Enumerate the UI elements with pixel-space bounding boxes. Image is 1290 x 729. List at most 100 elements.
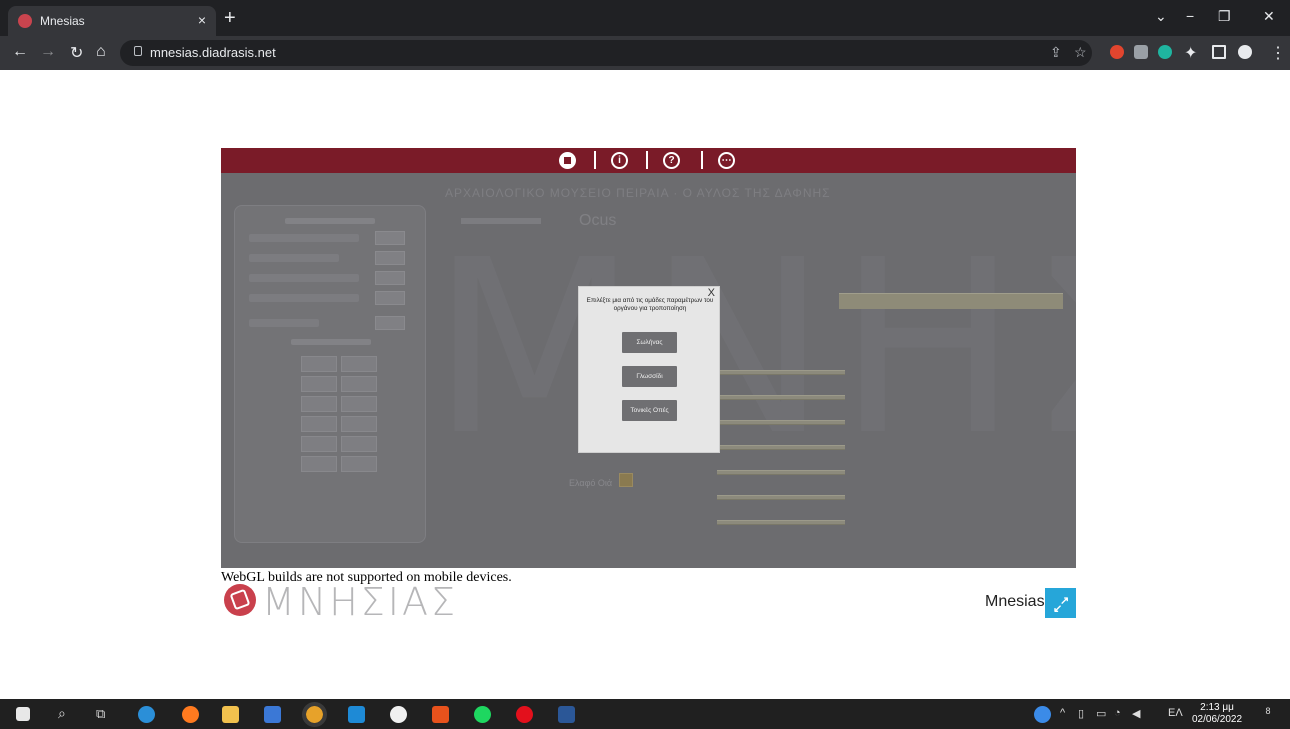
panel-cell — [301, 376, 337, 392]
wifi-icon[interactable]: ◔ — [1114, 707, 1121, 719]
separator — [701, 151, 703, 169]
panel-heading — [285, 218, 375, 224]
parameters-panel — [234, 205, 426, 543]
forward-icon[interactable]: → — [40, 43, 56, 61]
panel-cell — [341, 356, 377, 372]
battery-icon[interactable]: ▭ — [1096, 707, 1106, 720]
panel-value-box — [375, 291, 405, 305]
separator — [646, 151, 648, 169]
mnesias-logo-icon — [224, 584, 256, 616]
background-ocus-label: Ocus — [579, 212, 617, 229]
panel-value-box — [375, 231, 405, 245]
panel-cell — [301, 416, 337, 432]
dialog-title: Επιλέξτε μια από τις ομάδες παραμέτρων τ… — [586, 297, 714, 312]
menu-kebab-icon[interactable]: ⋮ — [1270, 43, 1286, 63]
close-window-button[interactable]: ✕ — [1263, 8, 1275, 25]
background-heading: ΑΡΧΑΙΟΛΟΓΙΚΟ ΜΟΥΣΕΙΟ ΠΕΙΡΑΙΑ · Ο ΑΥΛΟΣ Τ… — [445, 186, 831, 200]
panel-cell — [301, 356, 337, 372]
home-icon[interactable] — [559, 152, 576, 169]
system-clock[interactable]: 2:13 μμ 02/06/2022 — [1192, 702, 1242, 726]
tone-holes-button[interactable]: Τονικές Οπές — [622, 400, 677, 421]
show-hidden-icons-chevron-icon[interactable]: ^ — [1060, 707, 1065, 719]
panel-cell — [341, 376, 377, 392]
bookmark-star-icon[interactable]: ☆ — [1074, 44, 1087, 61]
spotify-icon[interactable] — [474, 706, 491, 723]
opera-icon[interactable] — [516, 706, 533, 723]
logo-glyph — [229, 588, 251, 611]
reed-button[interactable]: Γλωσσίδι — [622, 366, 677, 387]
clock-date: 02/06/2022 — [1192, 714, 1243, 725]
tab-title: Mnesias — [40, 14, 85, 28]
browser-toolbar: ← → ↻ ⌂ mnesias.diadrasis.net ⇪ ☆ ✦ ⋮ — [0, 36, 1290, 70]
logo-wordmark: ΜΝΗΣΙΑΣ — [262, 580, 459, 624]
panel-cell — [341, 416, 377, 432]
extension-red-icon[interactable] — [1110, 45, 1124, 59]
notification-count: 8 — [1265, 706, 1271, 716]
store-icon[interactable] — [264, 706, 281, 723]
github-desktop-icon[interactable] — [390, 706, 407, 723]
panel-row — [249, 319, 319, 327]
extension-shield-icon[interactable] — [1134, 45, 1148, 59]
mnesias-favicon-icon — [18, 14, 32, 28]
unity-canvas[interactable]: i ? ⋯ ΑΡΧΑΙΟΛΟΓΙΚΟ ΜΟΥΣΕΙΟ ΠΕΙΡΑΙΑ · Ο Α… — [221, 148, 1076, 568]
tab-search-icon[interactable]: ⌄ — [1155, 8, 1167, 25]
restore-button[interactable]: ❐ — [1218, 8, 1231, 25]
fullscreen-button[interactable]: ↙ ↗ — [1045, 588, 1076, 618]
extension-m-icon[interactable] — [1158, 45, 1172, 59]
extensions-puzzle-icon[interactable]: ✦ — [1184, 43, 1197, 63]
background-knob-label: Ελαφό Οιά — [569, 478, 613, 488]
browser-tab[interactable]: Mnesias × — [8, 6, 216, 36]
new-tab-button[interactable]: + — [224, 6, 236, 30]
separator — [594, 151, 596, 169]
share-icon[interactable]: ⇪ — [1050, 44, 1062, 61]
firefox-icon[interactable] — [182, 706, 199, 723]
panel-row — [249, 294, 359, 302]
background-knob — [619, 473, 633, 487]
address-bar[interactable]: mnesias.diadrasis.net ⇪ ☆ — [120, 40, 1092, 66]
tube-button[interactable]: Σωλήνας — [622, 332, 677, 353]
language-indicator[interactable]: ΕΛ — [1168, 707, 1183, 719]
notifications-icon[interactable]: 8 — [1258, 705, 1278, 723]
url-text[interactable]: mnesias.diadrasis.net — [150, 45, 276, 60]
aulos-instrument-strip — [839, 293, 1063, 309]
panel-subheading — [291, 339, 371, 345]
minimize-button[interactable]: − — [1186, 8, 1194, 24]
side-panel-icon[interactable] — [1212, 45, 1226, 59]
panel-row — [249, 254, 339, 262]
profile-icon[interactable] — [1238, 45, 1252, 59]
device-icon[interactable]: ▯ — [1078, 707, 1084, 720]
panel-row — [249, 274, 359, 282]
file-explorer-icon[interactable] — [222, 706, 239, 723]
panel-cell — [341, 436, 377, 452]
help-tray-icon[interactable] — [1034, 706, 1051, 723]
hole-bar — [717, 495, 845, 500]
panel-value-box — [375, 251, 405, 265]
hole-bar — [717, 470, 845, 475]
footer-title: Mnesias — [985, 593, 1045, 610]
windows-start-icon[interactable] — [16, 707, 30, 721]
tab-close-icon[interactable]: × — [198, 12, 206, 28]
info-icon[interactable]: i — [611, 152, 628, 169]
background-watermark: ΜΝΗΣΙΑΣ — [431, 208, 1076, 488]
panel-row — [249, 234, 359, 242]
back-icon[interactable]: ← — [12, 43, 28, 61]
volume-icon[interactable]: ◀ — [1132, 707, 1140, 720]
office-icon[interactable] — [432, 706, 449, 723]
app-top-bar: i ? ⋯ — [221, 148, 1076, 173]
word-icon[interactable] — [558, 706, 575, 723]
mail-icon[interactable] — [348, 706, 365, 723]
panel-cell — [301, 396, 337, 412]
hole-bar — [717, 520, 845, 525]
chrome-icon[interactable] — [302, 702, 327, 727]
task-view-icon[interactable]: ⧉ — [96, 706, 105, 722]
more-icon[interactable]: ⋯ — [718, 152, 735, 169]
panel-cell — [301, 456, 337, 472]
browser-tab-strip: Mnesias × + ⌄ − ❐ ✕ — [0, 0, 1290, 36]
edge-icon[interactable] — [138, 706, 155, 723]
home-icon[interactable]: ⌂ — [96, 43, 106, 61]
parameter-group-dialog: X Επιλέξτε μια από τις ομάδες παραμέτρων… — [578, 286, 720, 453]
reload-icon[interactable]: ↻ — [70, 43, 83, 63]
search-icon[interactable]: ⌕ — [58, 705, 66, 722]
panel-cell — [301, 436, 337, 452]
help-icon[interactable]: ? — [663, 152, 680, 169]
